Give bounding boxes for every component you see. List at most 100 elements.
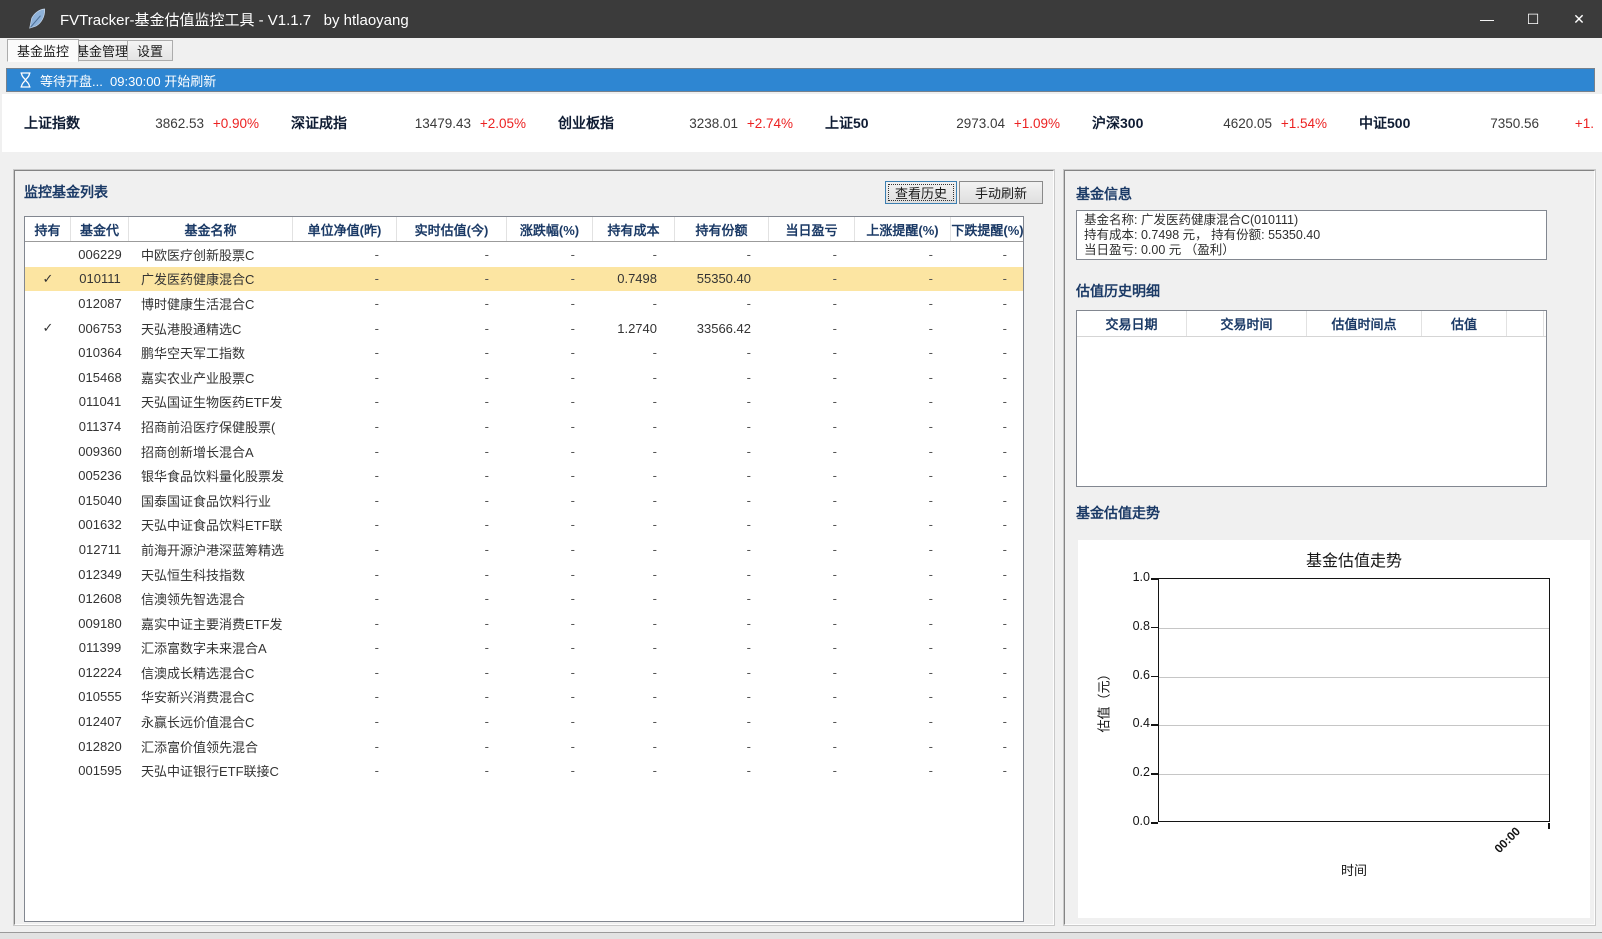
- fund-row[interactable]: 011041天弘国证生物医药ETF发--------: [25, 390, 1023, 415]
- fund-cell: -: [397, 267, 507, 292]
- fund-cell: -: [507, 513, 593, 538]
- fund-row[interactable]: 011374招商前沿医疗保健股票(--------: [25, 414, 1023, 439]
- fund-code: 010555: [71, 685, 129, 710]
- index-bar: 上证指数3862.53+0.90%深证成指13479.43+2.05%创业板指3…: [2, 94, 1602, 152]
- fund-code: 011399: [71, 636, 129, 661]
- fund-cell: -: [769, 390, 855, 415]
- fund-name: 天弘中证银行ETF联接C: [129, 758, 293, 783]
- history-table-header: 交易日期交易时间估值时间点估值: [1077, 311, 1546, 337]
- fund-row[interactable]: 010555华安新兴消费混合C--------: [25, 685, 1023, 710]
- fund-row[interactable]: 006229中欧医疗创新股票C--------: [25, 242, 1023, 267]
- fund-cell: -: [397, 439, 507, 464]
- fund-code: 009360: [71, 439, 129, 464]
- fund-cell: -: [855, 562, 951, 587]
- held-checkmark: [25, 611, 71, 636]
- history-col-header: 交易时间: [1187, 311, 1307, 336]
- fund-cell: 33566.42: [675, 316, 769, 341]
- fund-cell: -: [855, 365, 951, 390]
- held-checkmark: [25, 488, 71, 513]
- fund-row[interactable]: 015040国泰国证食品饮料行业--------: [25, 488, 1023, 513]
- fund-cell: -: [293, 316, 397, 341]
- fund-row[interactable]: 009360招商创新增长混合A--------: [25, 439, 1023, 464]
- fund-cell: -: [769, 734, 855, 759]
- fund-cell: -: [293, 636, 397, 661]
- fund-row[interactable]: 001632天弘中证食品饮料ETF联--------: [25, 513, 1023, 538]
- fund-cell: -: [951, 636, 1024, 661]
- fund-row[interactable]: 012224信澳成长精选混合C--------: [25, 660, 1023, 685]
- fund-name: 天弘中证食品饮料ETF联: [129, 513, 293, 538]
- fund-row[interactable]: 012407永赢长远价值混合C--------: [25, 709, 1023, 734]
- index-item: 上证502973.04+1.09%: [803, 113, 1070, 133]
- fund-cell: -: [951, 513, 1024, 538]
- fund-name: 汇添富价值领先混合: [129, 734, 293, 759]
- fund-row[interactable]: 012349天弘恒生科技指数--------: [25, 562, 1023, 587]
- fund-row[interactable]: 005236银华食品饮料量化股票发--------: [25, 463, 1023, 488]
- fund-row[interactable]: 001595天弘中证银行ETF联接C--------: [25, 758, 1023, 783]
- fund-name: 天弘港股通精选C: [129, 316, 293, 341]
- index-item: 沪深3004620.05+1.54%: [1070, 113, 1337, 133]
- fund-name: 嘉实中证主要消费ETF发: [129, 611, 293, 636]
- tab-fund-monitor[interactable]: 基金监控: [7, 39, 79, 62]
- fund-cell: -: [507, 611, 593, 636]
- chart-ytick-label: 1.0: [1108, 570, 1150, 584]
- minimize-button[interactable]: —: [1464, 0, 1510, 38]
- fund-cell: -: [951, 340, 1024, 365]
- fund-cell: -: [593, 414, 675, 439]
- fund-cell: -: [397, 636, 507, 661]
- fund-cell: -: [675, 291, 769, 316]
- fund-row[interactable]: ✓010111广发医药健康混合C---0.749855350.40---: [25, 267, 1023, 292]
- index-name: 上证指数: [2, 113, 120, 133]
- fund-code: 012407: [71, 709, 129, 734]
- fund-cell: -: [769, 267, 855, 292]
- fund-name: 鹏华空天军工指数: [129, 340, 293, 365]
- fund-cell: -: [675, 414, 769, 439]
- fund-row[interactable]: 012608信澳领先智选混合--------: [25, 586, 1023, 611]
- fund-code: 010364: [71, 340, 129, 365]
- fund-row[interactable]: ✓006753天弘港股通精选C---1.274033566.42---: [25, 316, 1023, 341]
- fund-row[interactable]: 015468嘉实农业产业股票C--------: [25, 365, 1023, 390]
- view-history-button[interactable]: 查看历史: [885, 181, 957, 204]
- close-button[interactable]: ✕: [1556, 0, 1602, 38]
- fund-cell: -: [293, 537, 397, 562]
- fund-cell: -: [855, 463, 951, 488]
- fund-cell: -: [593, 513, 675, 538]
- fund-row[interactable]: 012087博时健康生活混合C--------: [25, 291, 1023, 316]
- fund-col-header: 上涨提醒(%): [855, 217, 951, 241]
- fund-cell: -: [507, 267, 593, 292]
- held-checkmark: [25, 340, 71, 365]
- fund-cell: -: [293, 390, 397, 415]
- fund-cell: -: [855, 758, 951, 783]
- fund-cell: -: [675, 636, 769, 661]
- fund-name: 天弘国证生物医药ETF发: [129, 390, 293, 415]
- fund-col-header: 持有成本: [593, 217, 675, 241]
- fund-table-header: 持有基金代基金名称单位净值(昨)实时估值(今)涨跌幅(%)持有成本持有份额当日盈…: [25, 217, 1023, 242]
- fund-cell: -: [593, 660, 675, 685]
- fund-row[interactable]: 009180嘉实中证主要消费ETF发--------: [25, 611, 1023, 636]
- fund-cell: -: [855, 267, 951, 292]
- fund-cell: 1.2740: [593, 316, 675, 341]
- fund-row[interactable]: 012820汇添富价值领先混合--------: [25, 734, 1023, 759]
- fund-cell: -: [593, 365, 675, 390]
- held-checkmark: [25, 390, 71, 415]
- fund-cell: -: [397, 242, 507, 267]
- fund-cell: -: [593, 439, 675, 464]
- fund-cell: -: [293, 758, 397, 783]
- valuation-chart: 基金估值走势 1.00.80.60.40.20.0 估值（元） 时间 00:00: [1078, 540, 1590, 918]
- fund-cell: -: [769, 463, 855, 488]
- fund-cell: -: [293, 611, 397, 636]
- held-checkmark: [25, 562, 71, 587]
- chart-plot-area: [1158, 578, 1550, 822]
- fund-cell: -: [951, 414, 1024, 439]
- fund-row[interactable]: 012711前海开源沪港深蓝筹精选--------: [25, 537, 1023, 562]
- index-name: 创业板指: [536, 113, 654, 133]
- fund-row[interactable]: 010364鹏华空天军工指数--------: [25, 340, 1023, 365]
- history-col-header: 交易日期: [1077, 311, 1187, 336]
- tab-settings[interactable]: 设置: [127, 40, 173, 61]
- fund-name: 嘉实农业产业股票C: [129, 365, 293, 390]
- manual-refresh-button[interactable]: 手动刷新: [959, 181, 1043, 204]
- fund-cell: -: [593, 291, 675, 316]
- fund-info-pnl: 当日盈亏: 0.00 元 （盈利）: [1084, 243, 1539, 258]
- maximize-button[interactable]: ☐: [1510, 0, 1556, 38]
- fund-row[interactable]: 011399汇添富数字未来混合A--------: [25, 636, 1023, 661]
- fund-name: 信澳成长精选混合C: [129, 660, 293, 685]
